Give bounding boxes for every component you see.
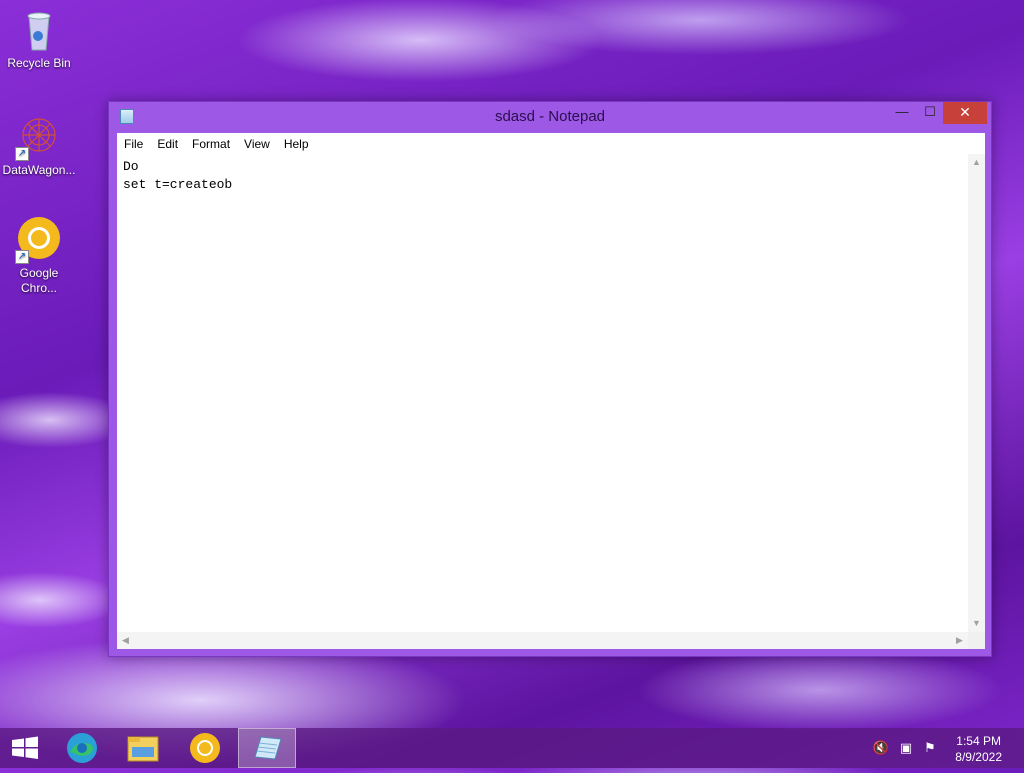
desktop-icon-label-line1: Google [19, 266, 59, 280]
menu-edit[interactable]: Edit [150, 133, 185, 152]
scroll-down-icon[interactable]: ▼ [968, 615, 985, 632]
recycle-bin-icon [15, 6, 63, 54]
taskbar-edge[interactable] [54, 728, 110, 768]
shortcut-arrow-icon: ↗ [15, 250, 29, 264]
start-button[interactable] [0, 728, 56, 768]
menu-format[interactable]: Format [185, 133, 237, 152]
editor-area[interactable]: Do set t=createob ▲ ▼ ◀ ▶ [117, 154, 985, 649]
minimize-button[interactable]: — [889, 102, 915, 124]
edge-icon [67, 733, 97, 763]
scroll-up-icon[interactable]: ▲ [968, 154, 985, 171]
desktop-icon-label: Recycle Bin [7, 56, 71, 70]
windows-logo-icon [12, 736, 38, 759]
text-content[interactable]: Do set t=createob [123, 158, 965, 629]
desktop-icon-label-line2: Chro... [20, 281, 57, 295]
scroll-right-icon[interactable]: ▶ [951, 632, 968, 649]
scroll-left-icon[interactable]: ◀ [117, 632, 134, 649]
resize-grip[interactable] [968, 632, 985, 649]
menu-file[interactable]: File [117, 133, 150, 152]
datawagon-icon: ↗ [15, 113, 63, 161]
title-bar[interactable]: sdasd - Notepad — ☐ ✕ [109, 102, 991, 132]
clock-time: 1:54 PM [956, 734, 1001, 748]
volume-muted-icon[interactable]: 🔇 [872, 740, 890, 756]
action-center-flag-icon[interactable]: ⚑ [921, 740, 939, 756]
notepad-icon [254, 736, 282, 760]
desktop-icon-google-chrome[interactable]: ↗ Google Chro... [0, 216, 78, 296]
chrome-canary-icon [190, 733, 220, 763]
taskbar: 🔇 ▣ ⚑ 1:54 PM 8/9/2022 [0, 728, 1024, 768]
desktop-icon-label: DataWagon... [2, 163, 76, 177]
menu-bar: File Edit Format View Help [117, 133, 985, 155]
taskbar-file-explorer[interactable] [115, 728, 171, 768]
maximize-button[interactable]: ☐ [917, 102, 943, 124]
vertical-scrollbar[interactable]: ▲ ▼ [968, 154, 985, 632]
shortcut-arrow-icon: ↗ [15, 147, 29, 161]
taskbar-chrome[interactable] [177, 728, 233, 768]
horizontal-scrollbar[interactable]: ◀ ▶ [117, 632, 968, 649]
chrome-canary-icon: ↗ [15, 216, 63, 264]
desktop-icon-recycle-bin[interactable]: Recycle Bin [0, 6, 78, 71]
taskbar-notepad[interactable] [238, 728, 296, 768]
folder-icon [127, 736, 159, 762]
desktop-icon-datawagon[interactable]: ↗ DataWagon... [0, 113, 78, 178]
menu-help[interactable]: Help [277, 133, 316, 152]
clock-date: 8/9/2022 [955, 750, 1002, 764]
window-title: sdasd - Notepad [494, 108, 606, 125]
notepad-window: sdasd - Notepad — ☐ ✕ File Edit Format V… [108, 101, 992, 657]
network-icon[interactable]: ▣ [897, 740, 915, 756]
clock[interactable]: 1:54 PM 8/9/2022 [955, 733, 1002, 765]
menu-view[interactable]: View [237, 133, 277, 152]
close-button[interactable]: ✕ [943, 102, 987, 124]
